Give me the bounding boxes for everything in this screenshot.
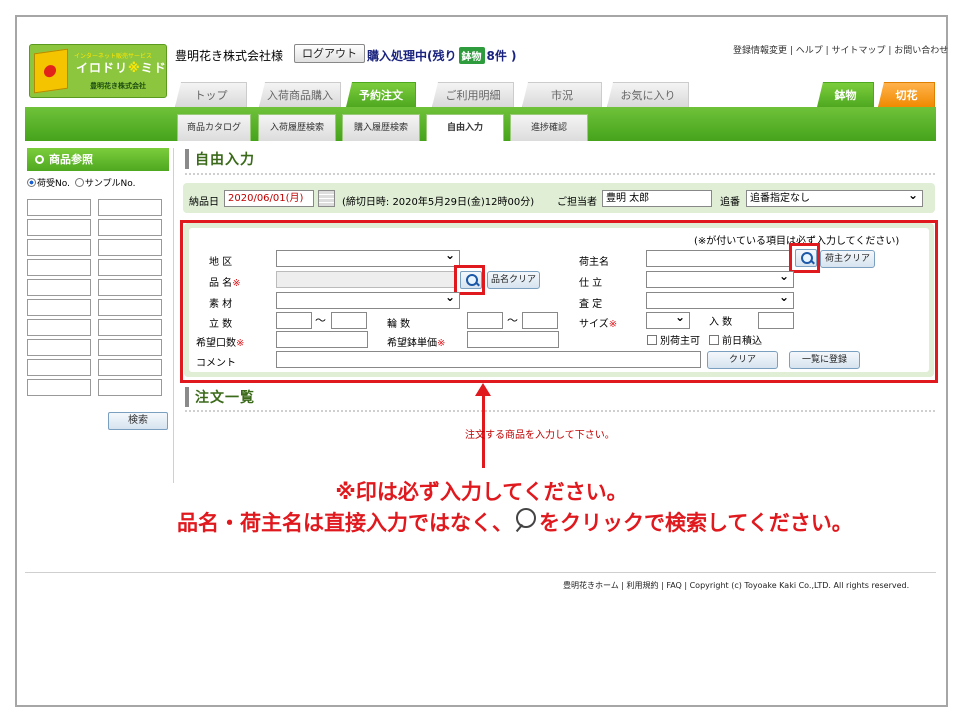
page-title: 自由入力: [185, 149, 255, 169]
sidebar-input[interactable]: [27, 379, 91, 396]
footer-links[interactable]: 豊明花きホーム | 利用規約 | FAQ | Copyright (c) Toy…: [563, 580, 909, 591]
sidebar-input[interactable]: [98, 359, 162, 376]
deadline-text: (締切日時: 2020年5月29日(金)12時00分): [342, 197, 535, 208]
sidebar-input[interactable]: [27, 279, 91, 296]
tab-market[interactable]: 市況: [522, 82, 602, 107]
screenshot-frame: インターネット販売サービス イロドリ※ミドリ 豊明花き株式会社 豊明花き株式会社…: [15, 15, 948, 707]
sidebar-divider: [173, 148, 174, 483]
box-logo-icon: [34, 48, 68, 94]
search-icon: [35, 155, 44, 164]
annotation-search-note: 品名・荷主名は直接入力ではなく、 をクリックで検索してください。: [177, 507, 853, 537]
calendar-icon[interactable]: [318, 190, 335, 207]
radio-sample-no[interactable]: [74, 178, 84, 187]
logo-company: 豊明花き株式会社: [90, 82, 146, 90]
staff-label: ご担当者: [557, 197, 597, 208]
sidebar-input[interactable]: [27, 239, 91, 256]
delivery-label: 納品日: [189, 197, 219, 208]
sidebar-input[interactable]: [98, 259, 162, 276]
logo-name: イロドリ※ミドリ: [76, 61, 167, 75]
order-list-divider: [185, 410, 935, 412]
status-badge: 鉢物: [458, 47, 485, 64]
form-highlight-frame: [180, 220, 938, 383]
purchase-status: 購入処理中(残り 鉢物 8件 ): [367, 47, 517, 64]
sidebar-input[interactable]: [98, 299, 162, 316]
order-list-title: 注文一覧: [185, 387, 255, 407]
sidebar-input[interactable]: [27, 339, 91, 356]
staff-field[interactable]: 豊明 太郎: [602, 190, 712, 207]
sidebar-input[interactable]: [98, 279, 162, 296]
sidebar-input[interactable]: [27, 219, 91, 236]
sidebar-input[interactable]: [27, 359, 91, 376]
radio-receipt-no[interactable]: [27, 178, 36, 187]
seq-label: 追番: [720, 197, 740, 208]
radio-receipt-label: 荷受No.: [37, 179, 70, 189]
sidebar-input[interactable]: [98, 219, 162, 236]
site-logo[interactable]: インターネット販売サービス イロドリ※ミドリ 豊明花き株式会社: [29, 44, 167, 98]
tab-favorites[interactable]: お気に入り: [607, 82, 689, 107]
tab-potted[interactable]: 鉢物: [817, 82, 874, 107]
sidebar-input[interactable]: [27, 319, 91, 336]
tab-statement[interactable]: ご利用明細: [432, 82, 514, 107]
sidebar-input[interactable]: [27, 259, 91, 276]
subtab-arrival-history[interactable]: 入荷履歴検索: [258, 114, 336, 141]
annotation-required: ※印は必ず入力してください。: [335, 480, 628, 504]
tab-top[interactable]: トップ: [175, 82, 247, 107]
sidebar-inputs: [27, 199, 162, 396]
subtab-progress[interactable]: 進捗確認: [510, 114, 588, 141]
sidebar-input[interactable]: [27, 299, 91, 316]
tab-cutflower[interactable]: 切花: [878, 82, 935, 107]
sidebar-input[interactable]: [98, 239, 162, 256]
tab-arrival-purchase[interactable]: 入荷商品購入: [259, 82, 341, 107]
footer-divider: [25, 572, 936, 573]
seq-select[interactable]: 追番指定なし: [746, 188, 923, 207]
order-instruction: 注文する商品を入力して下さい。: [465, 430, 615, 441]
company-name: 豊明花き株式会社様: [175, 49, 284, 63]
sidebar-input[interactable]: [98, 379, 162, 396]
sidebar-input[interactable]: [98, 319, 162, 336]
sidebar-input[interactable]: [98, 199, 162, 216]
sidebar-search-button[interactable]: 検索: [108, 412, 168, 430]
subtab-free-input[interactable]: 自由入力: [426, 114, 504, 141]
tab-reservation[interactable]: 予約注文: [346, 82, 416, 107]
logout-button[interactable]: ログアウト: [294, 44, 365, 63]
radio-sample-label: サンプルNo.: [84, 179, 136, 189]
subtab-purchase-history[interactable]: 購入履歴検索: [342, 114, 420, 141]
magnifier-icon: [513, 507, 539, 535]
title-divider: [185, 173, 935, 175]
top-links[interactable]: 登録情報変更 | ヘルプ | サイトマップ | お問い合わせ: [733, 43, 948, 56]
sidebar-radio-group: 荷受No. サンプルNo.: [27, 176, 136, 189]
sidebar-input[interactable]: [27, 199, 91, 216]
sidebar-input[interactable]: [98, 339, 162, 356]
delivery-date-field[interactable]: 2020/06/01(月): [224, 190, 314, 207]
subtab-catalog[interactable]: 商品カタログ: [177, 114, 251, 141]
sidebar-title: 商品参照: [27, 148, 169, 171]
